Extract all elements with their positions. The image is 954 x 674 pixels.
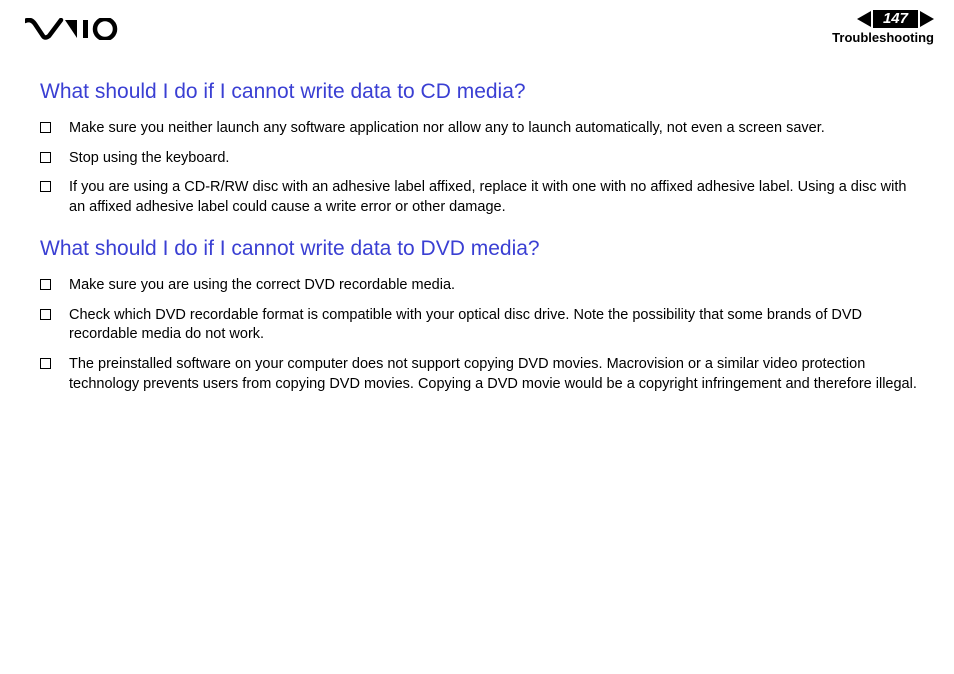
list-item: Check which DVD recordable format is com…	[40, 306, 919, 345]
section-label: Troubleshooting	[832, 30, 934, 45]
bullet-icon	[40, 309, 51, 320]
page-navigation: 147	[857, 10, 934, 28]
item-text: Make sure you are using the correct DVD …	[69, 276, 919, 296]
page-number: 147	[873, 10, 918, 28]
page-content: What should I do if I cannot write data …	[0, 50, 954, 394]
item-text: The preinstalled software on your comput…	[69, 355, 919, 394]
heading-dvd-media: What should I do if I cannot write data …	[40, 237, 919, 261]
prev-page-arrow-icon[interactable]	[857, 11, 871, 27]
list-item: The preinstalled software on your comput…	[40, 355, 919, 394]
bullet-icon	[40, 122, 51, 133]
page-header: 147 Troubleshooting	[0, 0, 954, 50]
list-dvd-media: Make sure you are using the correct DVD …	[40, 276, 919, 394]
list-item: Make sure you neither launch any softwar…	[40, 119, 919, 139]
bullet-icon	[40, 279, 51, 290]
vaio-logo	[25, 18, 120, 45]
header-right: 147 Troubleshooting	[832, 10, 934, 45]
bullet-icon	[40, 181, 51, 192]
item-text: If you are using a CD-R/RW disc with an …	[69, 178, 919, 217]
list-item: If you are using a CD-R/RW disc with an …	[40, 178, 919, 217]
item-text: Stop using the keyboard.	[69, 149, 919, 169]
item-text: Make sure you neither launch any softwar…	[69, 119, 919, 139]
bullet-icon	[40, 358, 51, 369]
list-item: Stop using the keyboard.	[40, 149, 919, 169]
list-cd-media: Make sure you neither launch any softwar…	[40, 119, 919, 217]
heading-cd-media: What should I do if I cannot write data …	[40, 80, 919, 104]
list-item: Make sure you are using the correct DVD …	[40, 276, 919, 296]
next-page-arrow-icon[interactable]	[920, 11, 934, 27]
bullet-icon	[40, 152, 51, 163]
item-text: Check which DVD recordable format is com…	[69, 306, 919, 345]
